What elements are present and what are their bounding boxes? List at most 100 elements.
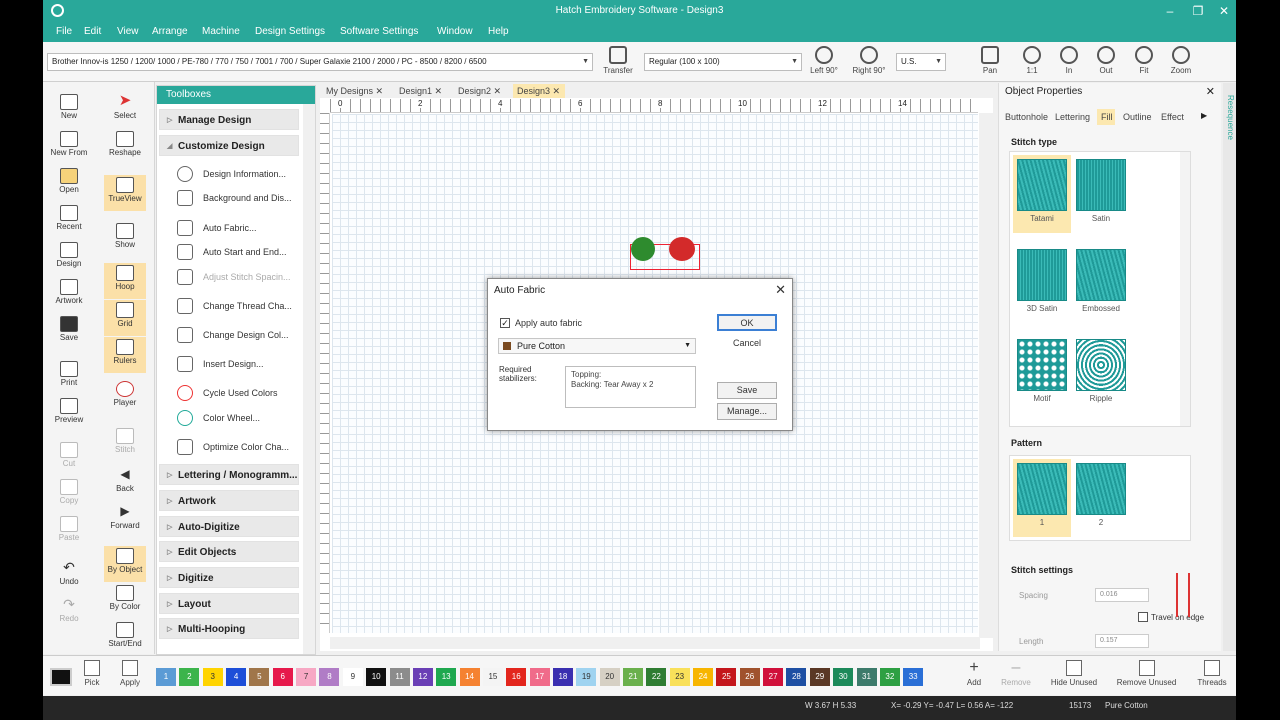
zoom-1-1-button[interactable]: 1:1 [1012, 46, 1052, 75]
section-manage-design[interactable]: ▷ Manage Design [159, 109, 299, 130]
tab-design1[interactable]: Design1 ✕ [395, 84, 445, 98]
section-artwork[interactable]: ▷ Artwork [159, 490, 299, 511]
stitch-3d-satin[interactable]: 3D Satin [1013, 245, 1071, 323]
menu-software-settings[interactable]: Software Settings [340, 26, 418, 37]
thread-chip[interactable]: 11 [389, 668, 410, 686]
artwork-button[interactable]: Artwork [48, 277, 90, 313]
resequence-tab[interactable]: Resequence [1224, 95, 1235, 165]
thread-chip[interactable]: 4 [226, 668, 247, 686]
player-button[interactable]: Player [104, 379, 146, 415]
thread-chip[interactable]: 29 [809, 668, 830, 686]
reshape-button[interactable]: Reshape [104, 129, 146, 165]
menu-view[interactable]: View [117, 26, 139, 37]
thread-chip[interactable]: 19 [576, 668, 597, 686]
hoop-button[interactable]: Hoop [104, 263, 146, 299]
apply-color-button[interactable]: Apply [101, 660, 159, 687]
forward-button[interactable]: ▶ Forward [104, 502, 146, 538]
thread-chip[interactable]: 24 [693, 668, 714, 686]
stitch-motif[interactable]: Motif [1013, 335, 1071, 413]
grid-button[interactable]: Grid [104, 300, 146, 336]
paste-button[interactable]: Paste [48, 514, 90, 550]
thread-chip[interactable]: 16 [506, 668, 527, 686]
thread-chip[interactable]: 3 [202, 668, 223, 686]
thread-chip[interactable]: 5 [249, 668, 270, 686]
new-from-button[interactable]: New From [48, 129, 90, 165]
fabric-select[interactable]: Pure Cotton ▼ [498, 338, 696, 354]
stitch-ripple[interactable]: Ripple [1072, 335, 1130, 413]
zoom-in-button[interactable]: In [1049, 46, 1089, 75]
canvas-horizontal-scrollbar[interactable] [330, 637, 980, 649]
tab-buttonhole[interactable]: Buttonhole [1001, 109, 1048, 125]
thread-chip[interactable]: 8 [319, 668, 340, 686]
design-button[interactable]: Design [48, 240, 90, 276]
close-icon[interactable]: ✕ [435, 86, 443, 96]
units-select[interactable]: U.S. ▼ [896, 53, 946, 71]
auto-start-end-item[interactable]: Auto Start and End... [175, 241, 299, 263]
length-input[interactable]: 0.157 [1095, 634, 1149, 648]
back-button[interactable]: ◀ Back [104, 465, 146, 501]
menu-edit[interactable]: Edit [84, 26, 101, 37]
thread-chip[interactable]: 15 [482, 668, 503, 686]
tab-my-designs[interactable]: My Designs ✕ [322, 84, 385, 98]
close-icon[interactable]: ✕ [775, 282, 786, 298]
design-information-item[interactable]: Design Information... [175, 163, 299, 185]
remove-color-button[interactable]: – Remove [991, 660, 1041, 688]
thread-chip[interactable]: 31 [856, 668, 877, 686]
thread-chip[interactable]: 13 [436, 668, 457, 686]
open-button[interactable]: Open [48, 166, 90, 202]
optimize-color-changes-item[interactable]: Optimize Color Cha... [175, 436, 299, 458]
thread-chip[interactable]: 23 [669, 668, 690, 686]
pan-button[interactable]: Pan [970, 46, 1010, 75]
section-auto-digitize[interactable]: ▷ Auto-Digitize [159, 516, 299, 537]
recent-button[interactable]: Recent [48, 203, 90, 239]
by-object-button[interactable]: By Object [104, 546, 146, 582]
adjust-stitch-spacing-item[interactable]: Adjust Stitch Spacin... [175, 266, 299, 288]
maximize-button[interactable]: ❐ [1186, 3, 1210, 19]
tab-lettering[interactable]: Lettering [1051, 109, 1093, 125]
by-color-button[interactable]: By Color [104, 583, 146, 619]
change-thread-chart-item[interactable]: Change Thread Cha... [175, 295, 299, 317]
ok-button[interactable]: OK [717, 314, 777, 331]
thread-chip[interactable]: 9 [342, 668, 363, 686]
menu-window[interactable]: Window [437, 26, 473, 37]
color-wheel-item[interactable]: Color Wheel... [175, 407, 299, 429]
pattern-2[interactable]: 2 [1072, 459, 1130, 537]
section-edit-objects[interactable]: ▷ Edit Objects [159, 541, 299, 562]
stitch-embossed[interactable]: Embossed [1072, 245, 1130, 323]
new-button[interactable]: New [48, 92, 90, 128]
thread-chip[interactable]: 7 [296, 668, 317, 686]
background-display-item[interactable]: Background and Dis... [175, 187, 299, 209]
spacing-input[interactable]: 0.016 [1095, 588, 1149, 602]
section-layout[interactable]: ▷ Layout [159, 593, 299, 614]
insert-design-item[interactable]: Insert Design... [175, 353, 299, 375]
thread-chip[interactable]: 1 [156, 668, 176, 686]
rotate-right-button[interactable]: Right 90° [849, 46, 889, 75]
undo-button[interactable]: ↶ Undo [48, 558, 90, 594]
zoom-button[interactable]: Zoom [1161, 46, 1201, 75]
stitch-button[interactable]: Stitch [104, 426, 146, 462]
zoom-out-button[interactable]: Out [1086, 46, 1126, 75]
hoop-select[interactable]: Regular (100 x 100) ▼ [644, 53, 802, 71]
pattern-1[interactable]: 1 [1013, 459, 1071, 537]
thread-chip[interactable]: 26 [739, 668, 760, 686]
close-icon[interactable]: ✕ [553, 86, 561, 96]
section-customize-design[interactable]: ◢ Customize Design [159, 135, 299, 156]
stitch-tatami[interactable]: Tatami [1013, 155, 1071, 233]
save-fabric-button[interactable]: Save [717, 382, 777, 399]
selected-design-object[interactable] [630, 237, 700, 270]
show-button[interactable]: Show [104, 221, 146, 257]
close-icon[interactable]: ✕ [494, 86, 502, 96]
thread-chip[interactable]: 25 [716, 668, 737, 686]
manage-button[interactable]: Manage... [717, 403, 777, 420]
thread-chip[interactable]: 33 [903, 668, 924, 686]
thread-chip[interactable]: 17 [529, 668, 550, 686]
gallery-scrollbar[interactable] [1180, 152, 1190, 426]
section-lettering[interactable]: ▷ Lettering / Monogramm... [159, 464, 299, 485]
menu-help[interactable]: Help [488, 26, 509, 37]
thread-chip[interactable]: 14 [459, 668, 480, 686]
thread-chip[interactable]: 2 [179, 668, 200, 686]
redo-button[interactable]: ↷ Redo [48, 595, 90, 631]
menu-machine[interactable]: Machine [202, 26, 240, 37]
thread-chip[interactable]: 32 [879, 668, 900, 686]
transfer-button[interactable]: Transfer [598, 46, 638, 75]
